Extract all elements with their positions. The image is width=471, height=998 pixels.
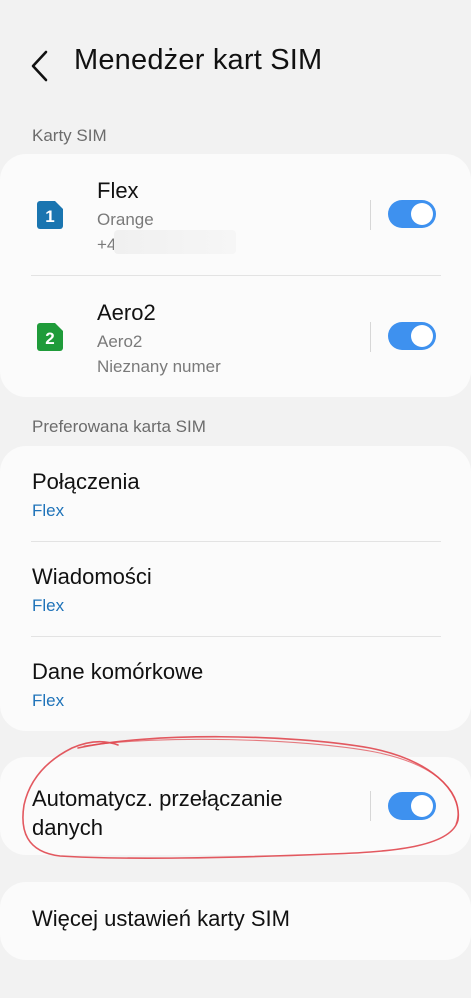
arrow-left-icon: [31, 50, 48, 82]
pref-title: Dane komórkowe: [32, 659, 204, 684]
toggle-knob: [411, 325, 433, 347]
pref-title: Połączenia: [32, 469, 140, 494]
sim-operator: Aero2: [97, 332, 143, 351]
pref-row-calls[interactable]: Połączenia Flex: [0, 446, 471, 541]
toggle-divider: [370, 200, 371, 230]
sim-slot-label: 2: [45, 329, 54, 348]
auto-switch-label: Automatycz. przełączanie danych: [32, 786, 283, 840]
pref-value: Flex: [32, 501, 65, 520]
sim-row-1[interactable]: 1 Flex Orange +4: [0, 154, 471, 275]
page-title: Menedżer kart SIM: [74, 44, 323, 76]
app-header: Menedżer kart SIM: [0, 0, 471, 130]
pref-value: Flex: [32, 691, 65, 710]
pref-value: Flex: [32, 596, 65, 615]
sim-cards-card: 1 Flex Orange +4 2 Aero2 Aero2 Nieznany …: [0, 154, 471, 397]
sim-row-2[interactable]: 2 Aero2 Aero2 Nieznany numer: [0, 276, 471, 397]
sim-card-1-icon: 1: [37, 201, 63, 229]
toggle-divider: [370, 322, 371, 352]
sim-card-2-icon: 2: [37, 323, 63, 351]
sim-slot-label: 1: [45, 207, 54, 226]
auto-switch-toggle[interactable]: [388, 792, 436, 820]
redacted-number: [114, 230, 236, 254]
pref-row-messages[interactable]: Wiadomości Flex: [0, 542, 471, 637]
sim-name: Flex: [97, 178, 139, 203]
section-label-preferred: Preferowana karta SIM: [32, 417, 206, 436]
toggle-knob: [411, 795, 433, 817]
back-button[interactable]: [26, 46, 58, 86]
toggle-knob: [411, 203, 433, 225]
pref-title: Wiadomości: [32, 564, 152, 589]
sim-operator: Orange: [97, 210, 154, 229]
sim-1-toggle[interactable]: [388, 200, 436, 228]
sim-number: Nieznany numer: [97, 357, 221, 376]
more-settings-card[interactable]: Więcej ustawień karty SIM: [0, 882, 471, 960]
toggle-divider: [370, 791, 371, 821]
sim-name: Aero2: [97, 300, 156, 325]
preferred-sim-card: Połączenia Flex Wiadomości Flex Dane kom…: [0, 446, 471, 731]
pref-row-mobile-data[interactable]: Dane komórkowe Flex: [0, 637, 471, 732]
more-settings-label: Więcej ustawień karty SIM: [32, 906, 290, 931]
section-label-sim-cards: Karty SIM: [32, 126, 107, 145]
sim-2-toggle[interactable]: [388, 322, 436, 350]
